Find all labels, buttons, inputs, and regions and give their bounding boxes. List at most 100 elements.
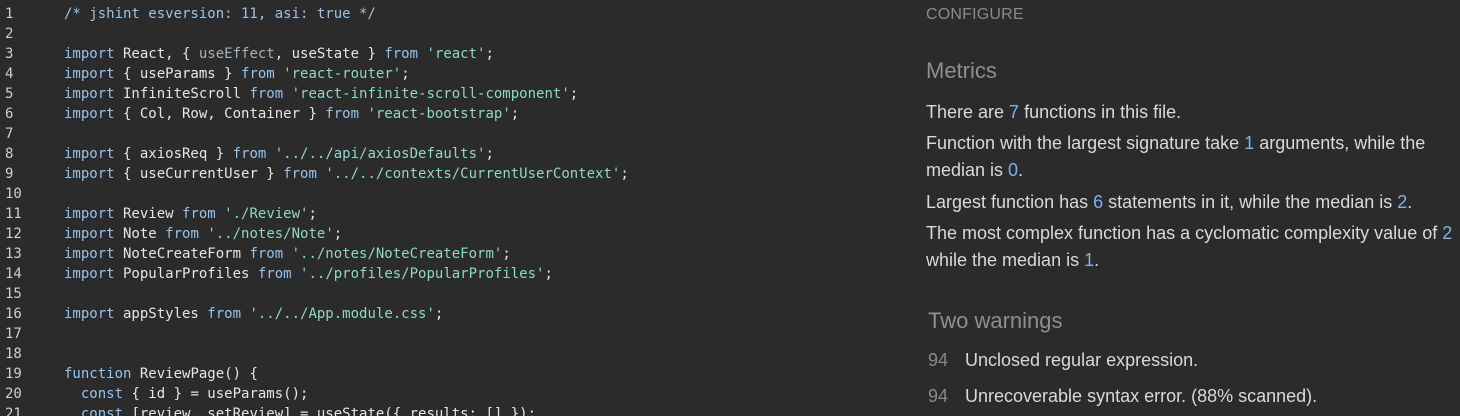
line-number: 21 [5,406,22,416]
code-line[interactable]: 10 [0,184,900,204]
code-token: 'react-router' [283,66,402,82]
code-line[interactable]: 14 import PopularProfiles from '../profil… [0,264,900,284]
code-token: { useParams } [114,66,242,82]
code-token: '../../contexts/CurrentUserContext' [325,166,621,182]
code-line[interactable]: 13 import NoteCreateForm from '../notes/N… [0,244,900,264]
code-token: from [249,246,284,262]
code-token: import [64,106,115,122]
code-line[interactable]: 2 [0,24,900,44]
code-text: const { id } = useParams(); [64,384,309,404]
line-number: 11 [5,206,22,222]
code-token: [review, setReview] = useState({ results… [123,406,537,416]
metrics-statements: Largest function has 6 statements in it,… [926,192,1413,212]
code-line[interactable]: 15 [0,284,900,304]
code-token: , useState } [274,46,385,62]
code-text: /* jshint esversion: 11, asi: true */ [64,4,376,24]
code-token: const [80,406,124,416]
code-line[interactable]: 7 [0,124,900,144]
code-token: 'react-infinite-scroll-component' [291,86,570,102]
line-number: 18 [5,346,22,362]
line-number: 4 [5,66,14,82]
code-editor[interactable]: 1 /* jshint esversion: 11, asi: true */ 2 3… [0,0,900,416]
warning-line-number[interactable]: 94 [928,384,965,408]
code-token: import [64,246,115,262]
code-line[interactable]: 20 const { id } = useParams(); [0,384,900,404]
code-token: '../profiles/PopularProfiles' [300,266,545,282]
largest-statements-value: 6 [1093,192,1104,212]
median-statements-value: 2 [1397,192,1408,212]
code-text: import PopularProfiles from '../profiles… [64,264,553,284]
code-line[interactable]: 4 import { useParams } from 'react-router… [0,64,900,84]
code-line[interactable]: 8 import { axiosReq } from '../../api/axi… [0,144,900,164]
code-text: const [review, setReview] = useState({ r… [64,404,536,416]
code-token: from [241,66,275,82]
code-token: const [80,386,124,402]
code-token: ; [485,146,494,162]
code-token: import [64,46,115,62]
code-token: React, { [114,46,199,62]
code-text: import InfiniteScroll from 'react-infini… [64,84,578,104]
code-token: from [165,226,199,242]
code-text: import { useParams } from 'react-router'… [64,64,410,84]
line-number: 5 [5,86,14,102]
code-token: import [64,306,115,322]
code-line[interactable]: 6 import { Col, Row, Container } from 're… [0,104,900,124]
line-number: 17 [5,326,22,342]
code-token: import [64,86,115,102]
line-number: 3 [5,46,14,62]
code-token: from [249,86,284,102]
warning-message: Unrecoverable syntax error. (88% scanned… [965,386,1318,406]
metrics-complexity: The most complex function has a cyclomat… [926,223,1453,270]
code-token: import [64,206,115,222]
code-line[interactable]: 17 [0,324,900,344]
code-text: import { useCurrentUser } from '../../co… [64,164,629,184]
code-token: InfiniteScroll [114,86,250,102]
code-text: function ReviewPage() { [64,364,258,384]
code-token: ; [333,226,343,242]
code-line[interactable]: 12 import Note from '../notes/Note'; [0,224,900,244]
code-token: from [257,266,292,282]
warning-item[interactable]: 94 Unclosed regular expression. [928,348,1198,372]
median-complexity-value: 1 [1084,250,1095,270]
warning-line-number[interactable]: 94 [928,348,965,372]
code-line[interactable]: 16 import appStyles from '../../App.modul… [0,304,900,324]
code-line[interactable]: 9 import { useCurrentUser } from '../../c… [0,164,900,184]
code-token: Note [114,226,166,242]
code-line[interactable]: 1 /* jshint esversion: 11, asi: true */ [0,4,900,24]
code-token: appStyles [114,306,208,322]
code-token: { axiosReq } [114,146,233,162]
line-number: 19 [5,366,22,382]
line-number: 16 [5,306,22,322]
code-token: PopularProfiles [114,266,258,282]
code-token: import [64,226,115,242]
line-number: 12 [5,226,22,242]
code-token: ; [485,46,494,62]
code-token: ; [434,306,444,322]
code-text: import { Col, Row, Container } from 'rea… [64,104,519,124]
line-number: 14 [5,266,22,282]
code-token: NoteCreateForm [114,246,250,262]
code-token: from [207,306,242,322]
line-number: 13 [5,246,22,262]
code-line[interactable]: 3 import React, { useEffect, useState } f… [0,44,900,64]
code-token: from [384,46,419,62]
code-token: Review [114,206,183,222]
code-token: useEffect [198,46,275,62]
configure-link[interactable]: CONFIGURE [926,6,1024,24]
code-line[interactable]: 19 function ReviewPage() { [0,364,900,384]
warning-message: Unclosed regular expression. [965,350,1199,370]
code-line[interactable]: 5 import InfiniteScroll from 'react-infin… [0,84,900,104]
code-token: ; [401,66,410,82]
code-line[interactable]: 18 [0,344,900,364]
code-line[interactable]: 11 import Review from './Review'; [0,204,900,224]
code-token: { Col, Row, Container } [114,106,326,122]
code-token: ; [620,166,629,182]
code-text: import NoteCreateForm from '../notes/Not… [64,244,511,264]
code-token: ; [544,266,553,282]
code-token: from [182,206,216,222]
code-line[interactable]: 21 const [review, setReview] = useState(… [0,404,900,416]
warning-item[interactable]: 94 Unrecoverable syntax error. (88% scann… [928,384,1317,408]
